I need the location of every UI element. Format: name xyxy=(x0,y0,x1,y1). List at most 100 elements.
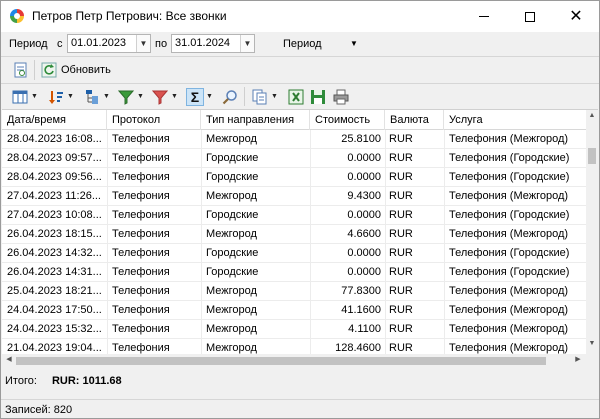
cell-direction-type: Межгород xyxy=(206,323,257,335)
scrollbar-corner xyxy=(586,354,598,367)
chevron-down-icon[interactable]: ▼ xyxy=(137,93,144,100)
table-row[interactable]: 28.04.2023 16:08... Телефония Межгород 25.8… xyxy=(2,130,586,149)
cell-protocol: Телефония xyxy=(112,209,170,221)
date-from-dropdown-icon[interactable]: ▼ xyxy=(136,35,150,52)
cell-direction-type: Межгород xyxy=(206,285,257,297)
cell-protocol: Телефония xyxy=(112,247,170,259)
sum-icon: Σ xyxy=(186,87,204,106)
sort-tool-button[interactable]: ▼ xyxy=(47,87,74,106)
column-header-direction-type[interactable]: Тип направления xyxy=(201,110,310,130)
search-tool-button[interactable] xyxy=(221,87,239,106)
status-bar: Записей: 820 xyxy=(1,399,599,419)
close-button[interactable]: ✕ xyxy=(553,1,599,32)
cell-currency: RUR xyxy=(389,266,413,278)
table-row[interactable]: 25.04.2023 18:21... Телефония Межгород 77.8… xyxy=(2,282,586,301)
columns-tool-button[interactable]: ▼ xyxy=(11,87,38,106)
grid-columns-icon xyxy=(11,88,29,106)
cell-currency: RUR xyxy=(389,190,413,202)
table-row[interactable]: 27.04.2023 10:08... Телефония Городские 0.0… xyxy=(2,206,586,225)
cell-datetime: 24.04.2023 15:32... xyxy=(7,323,102,335)
date-from-field[interactable]: 01.01.2023 ▼ xyxy=(67,34,151,53)
chevron-down-icon[interactable]: ▼ xyxy=(206,93,213,100)
cell-service: Телефония (Межгород) xyxy=(449,190,569,202)
save-button[interactable] xyxy=(309,87,327,106)
cell-service: Телефония (Городские) xyxy=(449,152,570,164)
cell-cost: 0.0000 xyxy=(347,152,381,164)
cell-service: Телефония (Межгород) xyxy=(449,323,569,335)
period-select-arrow-icon[interactable]: ▼ xyxy=(350,39,358,48)
cell-currency: RUR xyxy=(389,209,413,221)
column-header-cost[interactable]: Стоимость xyxy=(310,110,385,130)
cell-direction-type: Межгород xyxy=(206,190,257,202)
refresh-button[interactable]: Обновить xyxy=(61,64,111,76)
column-header-datetime[interactable]: Дата/время xyxy=(2,110,107,130)
column-divider xyxy=(107,130,108,360)
cell-protocol: Телефония xyxy=(112,285,170,297)
cell-protocol: Телефония xyxy=(112,228,170,240)
cell-datetime: 26.04.2023 14:32... xyxy=(7,247,102,259)
table-row[interactable]: 26.04.2023 14:31... Телефония Городские 0.0… xyxy=(2,263,586,282)
vertical-scroll-thumb[interactable] xyxy=(588,148,596,164)
chevron-down-icon[interactable]: ▼ xyxy=(271,93,278,100)
chevron-down-icon[interactable]: ▼ xyxy=(103,93,110,100)
date-to-field[interactable]: 31.01.2024 ▼ xyxy=(171,34,255,53)
table-row[interactable]: 26.04.2023 14:32... Телефония Городские 0.0… xyxy=(2,244,586,263)
scroll-down-icon[interactable]: ▼ xyxy=(586,340,598,352)
cell-currency: RUR xyxy=(389,152,413,164)
filter-clear-tool-button[interactable]: ▼ xyxy=(151,87,178,106)
cell-protocol: Телефония xyxy=(112,152,170,164)
minimize-button[interactable] xyxy=(461,1,507,32)
column-header-currency[interactable]: Валюта xyxy=(385,110,444,130)
grid-toolbar: ▼ ▼ ▼ ▼ ▼ Σ ▼ ▼ xyxy=(1,84,599,109)
cell-service: Телефония (Межгород) xyxy=(449,228,569,240)
cell-service: Телефония (Городские) xyxy=(449,266,570,278)
refresh-icon[interactable] xyxy=(40,61,58,79)
table-row[interactable]: 24.04.2023 15:32... Телефония Межгород 4.11… xyxy=(2,320,586,339)
cell-direction-type: Межгород xyxy=(206,133,257,145)
horizontal-scroll-thumb[interactable] xyxy=(16,357,546,365)
cell-datetime: 24.04.2023 17:50... xyxy=(7,304,102,316)
column-header-protocol[interactable]: Протокол xyxy=(107,110,201,130)
cell-service: Телефония (Городские) xyxy=(449,209,570,221)
cell-cost: 77.8300 xyxy=(341,285,381,297)
cell-direction-type: Городские xyxy=(206,152,259,164)
report-icon[interactable] xyxy=(12,61,30,79)
cell-datetime: 25.04.2023 18:21... xyxy=(7,285,102,297)
cell-currency: RUR xyxy=(389,247,413,259)
records-count: Записей: 820 xyxy=(5,404,73,416)
horizontal-scrollbar[interactable]: ◀ ▶ xyxy=(2,354,586,367)
export-excel-icon xyxy=(287,88,305,106)
print-button[interactable] xyxy=(332,87,350,106)
table-row[interactable]: 28.04.2023 09:57... Телефония Городские 0.0… xyxy=(2,149,586,168)
totals-label: Итого: xyxy=(5,375,37,387)
scroll-right-icon[interactable]: ▶ xyxy=(572,355,584,367)
table-row[interactable]: 27.04.2023 11:26... Телефония Межгород 9.43… xyxy=(2,187,586,206)
copy-icon xyxy=(251,88,269,106)
table-row[interactable]: 24.04.2023 17:50... Телефония Межгород 41.1… xyxy=(2,301,586,320)
sum-tool-button[interactable]: Σ ▼ xyxy=(186,87,213,106)
group-tool-button[interactable]: ▼ xyxy=(83,87,110,106)
vertical-scrollbar[interactable]: ▲ ▼ xyxy=(586,110,598,354)
column-header-service[interactable]: Услуга xyxy=(444,110,586,130)
filter-tool-button[interactable]: ▼ xyxy=(117,87,144,106)
chevron-down-icon[interactable]: ▼ xyxy=(171,93,178,100)
chevron-down-icon[interactable]: ▼ xyxy=(67,93,74,100)
app-window: Петров Петр Петрович: Все звонки ✕ Перио… xyxy=(0,0,600,419)
table-row[interactable]: 28.04.2023 09:56... Телефония Городские 0.0… xyxy=(2,168,586,187)
column-divider xyxy=(310,130,311,360)
date-to-dropdown-icon[interactable]: ▼ xyxy=(240,35,254,52)
filter-clear-icon xyxy=(151,88,169,106)
cell-direction-type: Городские xyxy=(206,266,259,278)
copy-tool-button[interactable]: ▼ xyxy=(251,87,278,106)
cell-currency: RUR xyxy=(389,285,413,297)
maximize-button[interactable] xyxy=(507,1,553,32)
close-icon: ✕ xyxy=(569,7,583,25)
toolbar-separator xyxy=(34,60,35,80)
export-excel-button[interactable] xyxy=(287,87,305,106)
scroll-up-icon[interactable]: ▲ xyxy=(586,112,598,124)
chevron-down-icon[interactable]: ▼ xyxy=(31,93,38,100)
scroll-left-icon[interactable]: ◀ xyxy=(3,355,15,367)
maximize-icon xyxy=(525,11,535,22)
period-select[interactable]: Период xyxy=(283,38,322,50)
table-row[interactable]: 26.04.2023 18:15... Телефония Межгород 4.66… xyxy=(2,225,586,244)
